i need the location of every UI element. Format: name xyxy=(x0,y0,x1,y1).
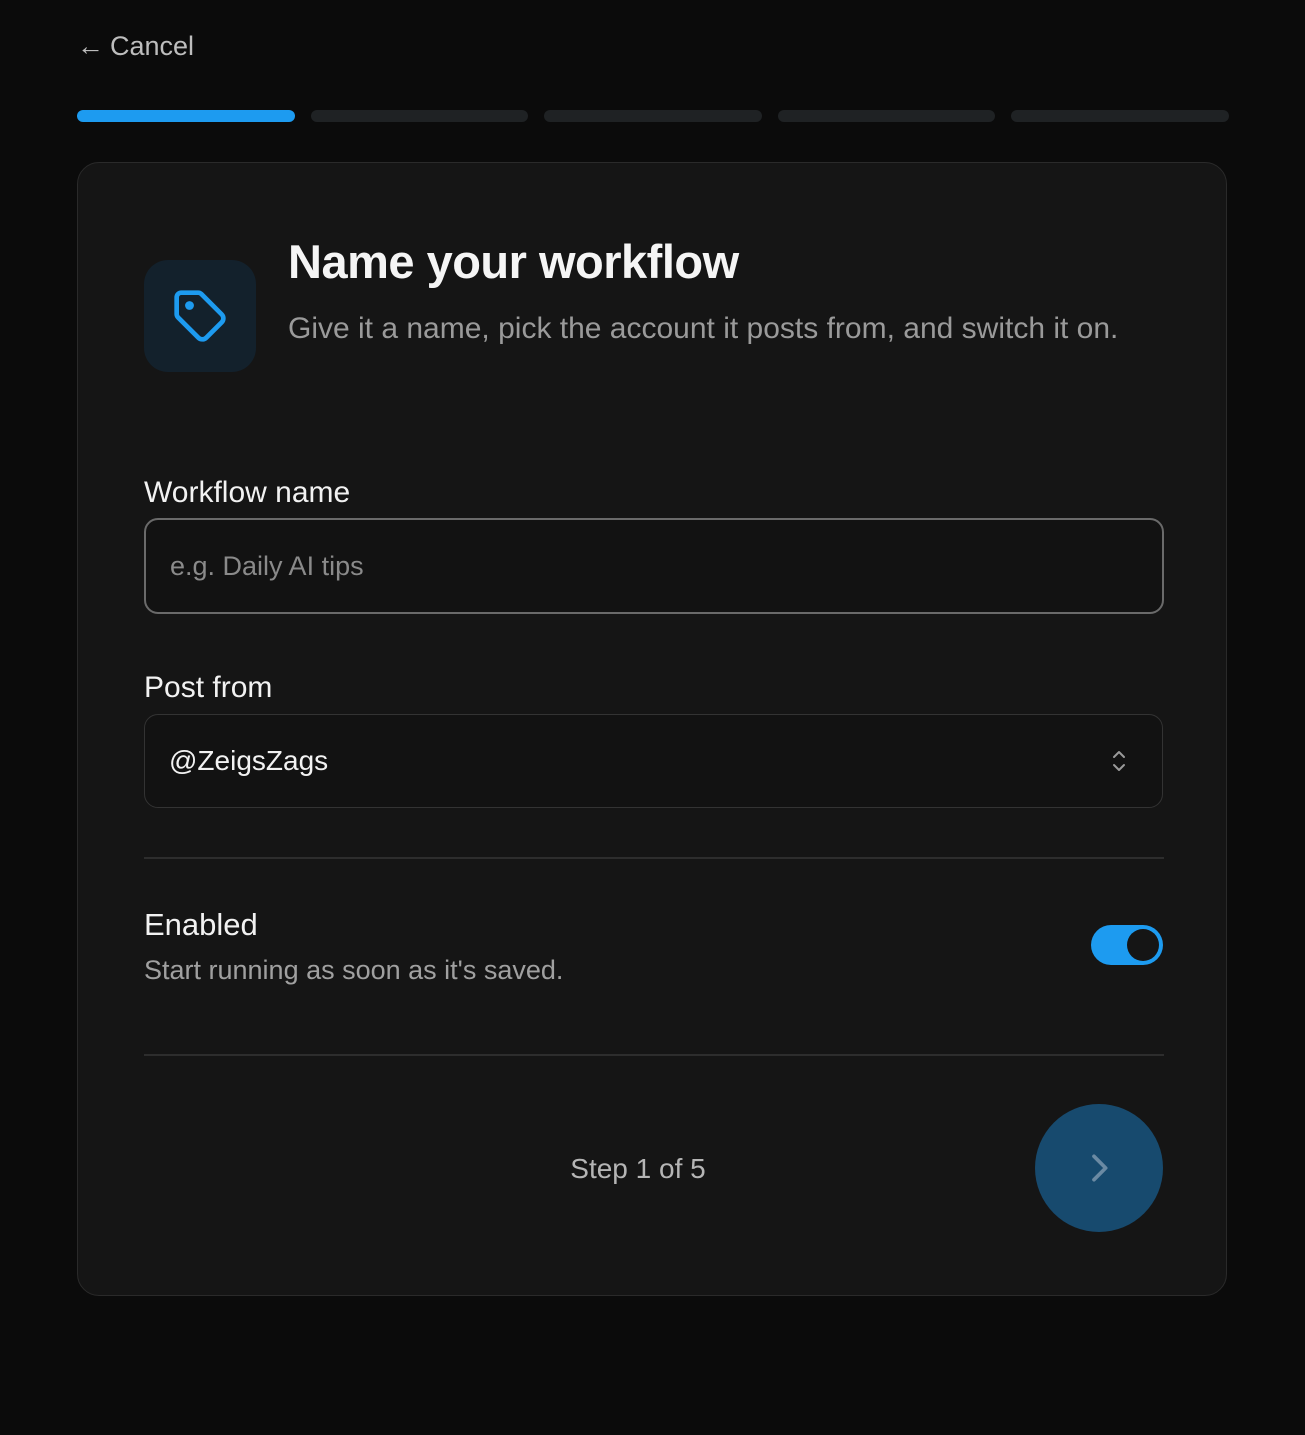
progress-segment-3 xyxy=(544,110,762,122)
next-button[interactable] xyxy=(1035,1104,1163,1232)
post-from-label: Post from xyxy=(144,671,273,704)
divider xyxy=(144,857,1164,859)
chevron-right-icon xyxy=(1092,1154,1108,1182)
step-indicator: Step 1 of 5 xyxy=(570,1153,706,1184)
cancel-label: Cancel xyxy=(110,31,195,61)
progress-segment-1 xyxy=(77,110,295,122)
cancel-link[interactable]: ← Cancel xyxy=(77,28,194,64)
page-subtitle: Give it a name, pick the account it post… xyxy=(288,312,1119,345)
workflow-name-label: Workflow name xyxy=(144,476,351,509)
enabled-label: Enabled xyxy=(144,907,258,942)
post-from-select[interactable]: @ZeigsZags xyxy=(144,714,1163,808)
back-arrow-icon: ← xyxy=(77,31,104,61)
tag-icon xyxy=(144,260,256,372)
wizard-card: Name your workflow Give it a name, pick … xyxy=(77,162,1227,1296)
page: ← Cancel Name your workflow Give it a na… xyxy=(0,0,1305,1435)
enabled-toggle[interactable] xyxy=(1091,925,1163,965)
page-title: Name your workflow xyxy=(288,235,739,288)
workflow-name-input[interactable] xyxy=(144,518,1164,614)
progress-segment-5 xyxy=(1011,110,1229,122)
enabled-description: Start running as soon as it's saved. xyxy=(144,955,564,985)
toggle-knob xyxy=(1127,929,1159,961)
step-progress-bar xyxy=(77,110,1229,122)
chevron-up-down-icon xyxy=(1113,751,1125,771)
progress-segment-4 xyxy=(777,110,996,122)
post-from-value: @ZeigsZags xyxy=(169,745,329,776)
divider xyxy=(144,1054,1164,1056)
progress-segment-2 xyxy=(310,110,529,122)
